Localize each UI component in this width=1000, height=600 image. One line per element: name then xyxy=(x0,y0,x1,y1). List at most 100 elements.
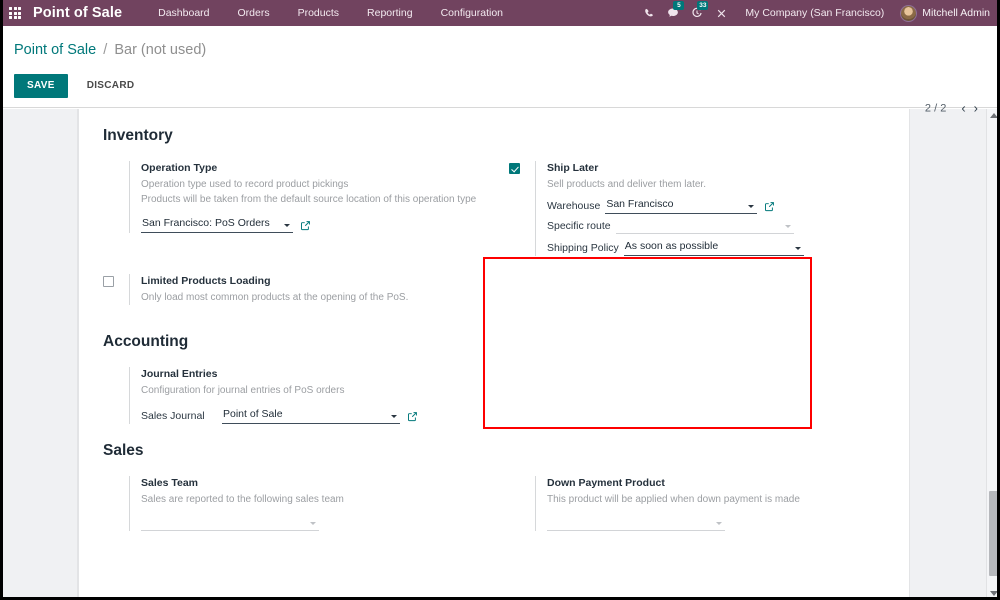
operation-type-select[interactable]: San Francisco: PoS Orders xyxy=(141,216,293,233)
control-panel: Point of Sale / Bar (not used) SAVE DISC… xyxy=(0,26,1000,108)
setting-limited-products-loading: Limited Products Loading Only load most … xyxy=(103,274,509,305)
limited-products-body: Limited Products Loading Only load most … xyxy=(129,274,509,305)
sales-team-body: Sales Team Sales are reported to the fol… xyxy=(129,476,509,531)
shipping-policy-field-row: Shipping Policy As soon as possible xyxy=(547,239,849,256)
ship-later-checkbox-slot xyxy=(509,161,535,174)
nav-item-dashboard[interactable]: Dashboard xyxy=(144,0,223,26)
sales-team-select[interactable] xyxy=(141,516,319,531)
specific-route-field-row: Specific route xyxy=(547,219,849,234)
down-payment-label: Down Payment Product xyxy=(547,476,849,491)
warehouse-select[interactable]: San Francisco xyxy=(605,197,757,214)
top-navbar: Point of Sale Dashboard Orders Products … xyxy=(0,0,1000,26)
breadcrumb-separator: / xyxy=(103,42,107,58)
settings-content-area: Inventory Operation Type Operation type … xyxy=(0,109,1000,600)
sales-journal-select-wrap: Point of Sale xyxy=(222,407,418,424)
activities-badge: 33 xyxy=(697,1,708,10)
shipping-policy-select[interactable]: As soon as possible xyxy=(624,239,804,256)
avatar xyxy=(900,5,917,22)
ship-later-body: Ship Later Sell products and deliver the… xyxy=(535,161,849,256)
nav-item-orders[interactable]: Orders xyxy=(224,0,284,26)
down-payment-field-row xyxy=(547,516,849,531)
chevron-down-icon xyxy=(391,415,397,418)
down-payment-checkbox-slot xyxy=(509,476,535,478)
limited-products-checkbox[interactable] xyxy=(103,276,114,287)
section-title-sales: Sales xyxy=(103,442,909,460)
chevron-down-icon xyxy=(785,225,791,228)
warehouse-external-link-icon[interactable] xyxy=(764,201,775,214)
journal-entries-checkbox-slot xyxy=(103,367,129,369)
journal-entries-label: Journal Entries xyxy=(141,367,509,382)
apps-grid-icon[interactable] xyxy=(0,0,26,26)
operation-type-help-2: Products will be taken from the default … xyxy=(141,192,509,207)
limited-products-label: Limited Products Loading xyxy=(141,274,509,289)
activities-icon[interactable]: 33 xyxy=(685,0,709,26)
limited-products-left-column: Limited Products Loading Only load most … xyxy=(103,274,509,323)
warehouse-field-row: Warehouse San Francisco xyxy=(547,197,849,214)
specific-route-label: Specific route xyxy=(547,220,611,234)
sales-settings-row: Sales Team Sales are reported to the fol… xyxy=(103,476,909,549)
operation-type-checkbox-slot xyxy=(103,161,129,163)
breadcrumb: Point of Sale / Bar (not used) xyxy=(14,42,206,58)
navbar-left: Point of Sale Dashboard Orders Products … xyxy=(0,0,517,26)
setting-down-payment-product: Down Payment Product This product will b… xyxy=(509,476,849,531)
section-title-inventory: Inventory xyxy=(103,127,909,145)
limited-products-checkbox-slot xyxy=(103,274,129,287)
warehouse-label: Warehouse xyxy=(547,200,600,214)
sales-team-field-row xyxy=(141,516,509,531)
messages-icon[interactable]: 5 xyxy=(661,0,685,26)
ship-later-checkbox[interactable] xyxy=(509,163,520,174)
chevron-down-icon xyxy=(716,522,722,525)
accounting-right-column xyxy=(509,367,849,442)
accounting-left-column: Journal Entries Configuration for journa… xyxy=(103,367,509,442)
vertical-scrollbar[interactable] xyxy=(986,109,1000,600)
sales-left-column: Sales Team Sales are reported to the fol… xyxy=(103,476,509,549)
ship-later-help: Sell products and deliver them later. xyxy=(547,177,849,192)
down-payment-select[interactable] xyxy=(547,516,725,531)
user-menu[interactable]: Mitchell Admin xyxy=(896,5,996,22)
operation-type-label: Operation Type xyxy=(141,161,509,176)
sales-right-column: Down Payment Product This product will b… xyxy=(509,476,849,549)
shipping-policy-label: Shipping Policy xyxy=(547,242,619,256)
nav-item-reporting[interactable]: Reporting xyxy=(353,0,427,26)
inventory-settings-row: Operation Type Operation type used to re… xyxy=(103,161,909,274)
operation-type-select-wrap: San Francisco: PoS Orders xyxy=(141,216,311,233)
sales-journal-external-link-icon[interactable] xyxy=(407,411,418,424)
sales-team-select-wrap xyxy=(141,516,319,531)
discard-button[interactable]: DISCARD xyxy=(77,74,145,98)
scrollbar-thumb[interactable] xyxy=(989,491,999,576)
user-name: Mitchell Admin xyxy=(922,7,990,19)
operation-type-field-row: San Francisco: PoS Orders xyxy=(141,216,509,233)
sales-journal-label: Sales Journal xyxy=(141,410,217,424)
pager-next-icon[interactable]: › xyxy=(970,102,982,115)
sales-journal-field-row: Sales Journal Point of Sale xyxy=(141,407,509,424)
limited-products-row: Limited Products Loading Only load most … xyxy=(103,274,909,323)
down-payment-body: Down Payment Product This product will b… xyxy=(535,476,849,531)
operation-type-external-link-icon[interactable] xyxy=(300,220,311,233)
inventory-left-column: Operation Type Operation type used to re… xyxy=(103,161,509,274)
scroll-down-icon[interactable] xyxy=(990,591,998,596)
messages-badge: 5 xyxy=(673,1,684,10)
save-button[interactable]: SAVE xyxy=(14,74,68,98)
scroll-up-icon[interactable] xyxy=(990,113,998,118)
breadcrumb-current: Bar (not used) xyxy=(114,42,206,58)
setting-operation-type: Operation Type Operation type used to re… xyxy=(103,161,509,233)
setting-journal-entries: Journal Entries Configuration for journa… xyxy=(103,367,509,424)
warehouse-select-wrap: San Francisco xyxy=(605,197,775,214)
breadcrumb-root[interactable]: Point of Sale xyxy=(14,42,96,58)
settings-sheet-inner: Inventory Operation Type Operation type … xyxy=(79,109,909,549)
sales-journal-select[interactable]: Point of Sale xyxy=(222,407,400,424)
close-icon[interactable] xyxy=(709,0,733,26)
setting-ship-later: Ship Later Sell products and deliver the… xyxy=(509,161,849,256)
phone-icon[interactable] xyxy=(637,0,661,26)
pager-previous-icon[interactable]: ‹ xyxy=(957,102,969,115)
limited-products-right-column xyxy=(509,274,849,323)
nav-item-configuration[interactable]: Configuration xyxy=(427,0,517,26)
operation-type-body: Operation Type Operation type used to re… xyxy=(129,161,509,233)
app-brand-title: Point of Sale xyxy=(33,5,122,21)
operation-type-help-1: Operation type used to record product pi… xyxy=(141,177,509,192)
nav-item-products[interactable]: Products xyxy=(284,0,353,26)
specific-route-select[interactable] xyxy=(616,219,794,234)
pos-settings-screen: Point of Sale Dashboard Orders Products … xyxy=(0,0,1000,600)
company-selector[interactable]: My Company (San Francisco) xyxy=(733,7,896,19)
chevron-down-icon xyxy=(748,205,754,208)
